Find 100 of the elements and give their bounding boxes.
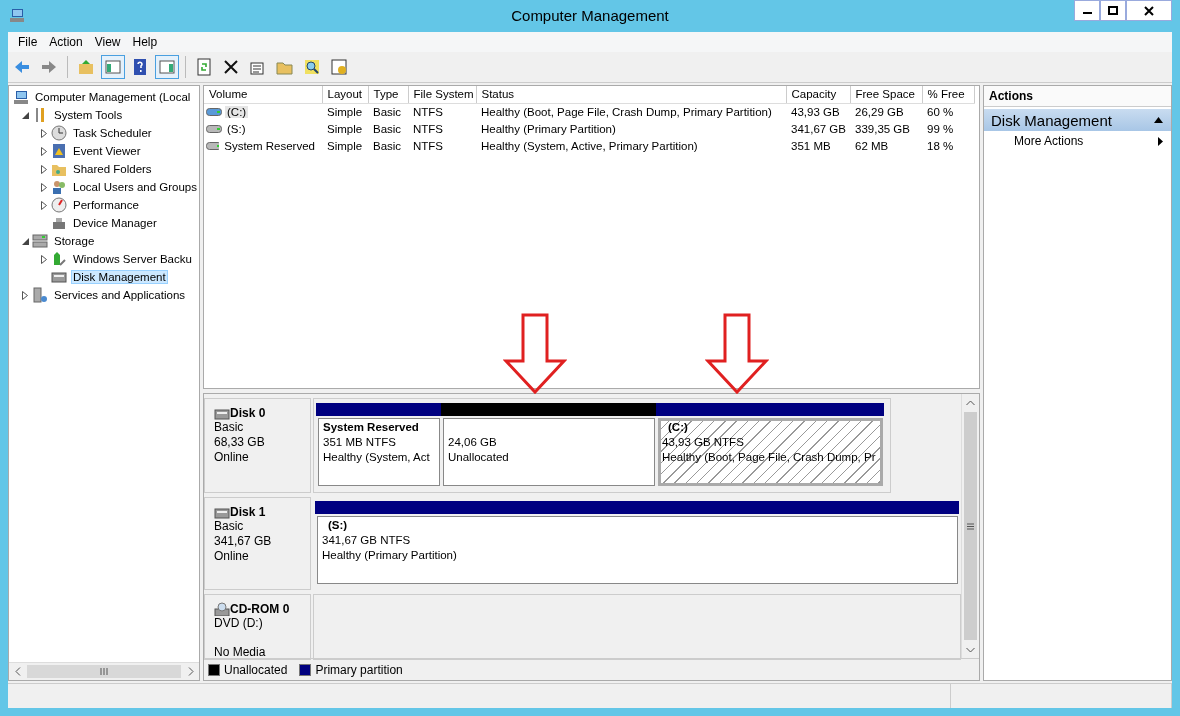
partition-name: (C:) xyxy=(667,421,689,435)
collapse-icon[interactable] xyxy=(22,237,29,245)
column-header[interactable]: Type xyxy=(368,86,408,103)
table-cell-text: 339,35 GB xyxy=(854,121,911,137)
partition-block[interactable]: (S:) 341,67 GB NTFS Healthy (Primary Partition) xyxy=(317,516,958,584)
device-icon xyxy=(51,215,67,231)
menu-item[interactable]: Action xyxy=(43,35,89,49)
tree-item[interactable]: Shared Folders xyxy=(71,162,154,176)
table-cell: NTFS xyxy=(408,103,476,120)
column-header[interactable]: Status xyxy=(476,86,786,103)
window-title: Computer Management xyxy=(511,7,669,24)
table-cell: Simple xyxy=(322,103,368,120)
column-header[interactable]: % Free xyxy=(922,86,974,103)
expand-icon[interactable] xyxy=(41,254,47,264)
tree-item[interactable]: Services and Applications xyxy=(52,288,188,302)
legend-label: Unallocated xyxy=(224,662,288,677)
tree-item[interactable]: Performance xyxy=(71,198,141,212)
menu-item[interactable]: Help xyxy=(126,35,164,49)
tree-item[interactable]: Disk Management xyxy=(71,270,168,284)
column-header[interactable]: Volume xyxy=(204,86,322,103)
tree-item[interactable]: Local Users and Groups xyxy=(71,180,199,194)
expand-icon[interactable] xyxy=(41,182,47,192)
table-cell: 60 % xyxy=(922,103,974,120)
table-cell: Basic xyxy=(368,103,408,120)
table-cell-text: Simple xyxy=(326,138,364,154)
table-cell-text: Healthy (Primary Partition) xyxy=(480,121,617,137)
collapse-icon[interactable] xyxy=(1154,117,1163,123)
clock-icon xyxy=(51,125,67,141)
minimize-button[interactable] xyxy=(1074,0,1100,21)
scroll-thumb[interactable] xyxy=(27,665,181,678)
partition-size: 24,06 GB xyxy=(448,436,498,450)
cd-drive-icon xyxy=(214,602,230,616)
show-tree-icon[interactable] xyxy=(101,55,125,79)
tree-item[interactable]: Device Manager xyxy=(71,216,159,230)
column-header[interactable]: Layout xyxy=(322,86,368,103)
users-icon xyxy=(51,179,67,195)
services-icon xyxy=(32,287,48,303)
disk-info: Basic xyxy=(214,420,245,435)
close-button[interactable] xyxy=(1126,0,1172,21)
table-cell-text: Healthy (System, Active, Primary Partition) xyxy=(480,138,699,154)
partition-size: 351 MB NTFS xyxy=(323,436,397,450)
disk-info: 68,33 GB xyxy=(214,435,266,450)
menu-item[interactable]: View xyxy=(88,35,127,49)
column-header[interactable]: Capacity xyxy=(786,86,850,103)
close-icon xyxy=(1144,5,1154,16)
partition-name: (S:) xyxy=(327,519,349,533)
disk-info: Online xyxy=(214,549,250,564)
disk-info: No Media xyxy=(214,645,267,659)
expand-icon[interactable] xyxy=(41,146,47,156)
partition-block[interactable]: (C:) 43,93 GB NTFS Healthy (Boot, Page File, Crash Dump, Pr xyxy=(658,418,883,486)
table-cell-text: NTFS xyxy=(412,138,445,154)
log-icon xyxy=(51,143,67,159)
legend-label: Primary partition xyxy=(315,662,403,677)
column-header[interactable]: File System xyxy=(408,86,476,103)
disk-name: CD-ROM 0 xyxy=(230,602,290,616)
disk-info: Basic xyxy=(214,519,245,534)
table-cell-text: 341,67 GB xyxy=(790,121,847,137)
down-arrow-icon xyxy=(503,313,567,395)
maximize-button[interactable] xyxy=(1100,0,1126,21)
tree-item[interactable]: Task Scheduler xyxy=(71,126,154,140)
disk-info: DVD (D:) xyxy=(214,616,264,630)
drive-label[interactable]: System Reserved xyxy=(222,139,317,152)
drive-label[interactable]: (C:) xyxy=(225,105,249,118)
expand-icon[interactable] xyxy=(41,164,47,174)
expand-icon[interactable] xyxy=(41,128,47,138)
partition-size: 341,67 GB NTFS xyxy=(322,534,412,548)
table-cell-text: 351 MB xyxy=(790,138,832,154)
action-item[interactable]: More Actions xyxy=(984,131,1171,151)
disk-info: 341,67 GB xyxy=(214,534,273,549)
show-pane-icon[interactable] xyxy=(155,55,179,79)
gauge-icon xyxy=(51,197,67,213)
tree-item[interactable]: Storage xyxy=(52,234,97,248)
partition-block[interactable]: 24,06 GB Unallocated xyxy=(443,418,655,486)
partition-status: Unallocated xyxy=(448,451,510,465)
actions-section[interactable]: Disk Management xyxy=(984,109,1171,131)
tree-item[interactable]: Event Viewer xyxy=(71,144,143,158)
disk-info: Online xyxy=(214,450,250,465)
table-cell: 26,29 GB xyxy=(850,103,922,120)
collapse-icon[interactable] xyxy=(22,111,29,119)
expand-icon[interactable] xyxy=(22,290,28,300)
table-cell: 43,93 GB xyxy=(786,103,850,120)
tree-item[interactable]: Computer Management (Local xyxy=(33,90,193,104)
tree-item[interactable]: Windows Server Backu xyxy=(71,252,194,266)
computer-icon xyxy=(13,89,29,105)
table-cell-text: 99 % xyxy=(926,121,955,137)
scroll-thumb[interactable] xyxy=(964,412,977,640)
expand-icon[interactable] xyxy=(41,200,47,210)
drive-label[interactable]: (S:) xyxy=(225,122,248,135)
table-cell-text: NTFS xyxy=(412,121,445,137)
partition-status: Healthy (System, Act xyxy=(323,451,431,465)
column-header[interactable]: Free Space xyxy=(850,86,922,103)
partition-status: Healthy (Boot, Page File, Crash Dump, Pr xyxy=(662,451,877,465)
table-cell-text: Basic xyxy=(372,138,403,154)
partition-block[interactable]: System Reserved 351 MB NTFS Healthy (System, Act xyxy=(318,418,440,486)
disk-name: Disk 0 xyxy=(230,406,266,420)
backup-icon xyxy=(51,251,67,267)
tree-item[interactable]: System Tools xyxy=(52,108,125,122)
partition-status: Healthy (Primary Partition) xyxy=(322,549,458,563)
submenu-arrow-icon xyxy=(1158,136,1163,146)
menu-item[interactable]: File xyxy=(12,35,44,49)
